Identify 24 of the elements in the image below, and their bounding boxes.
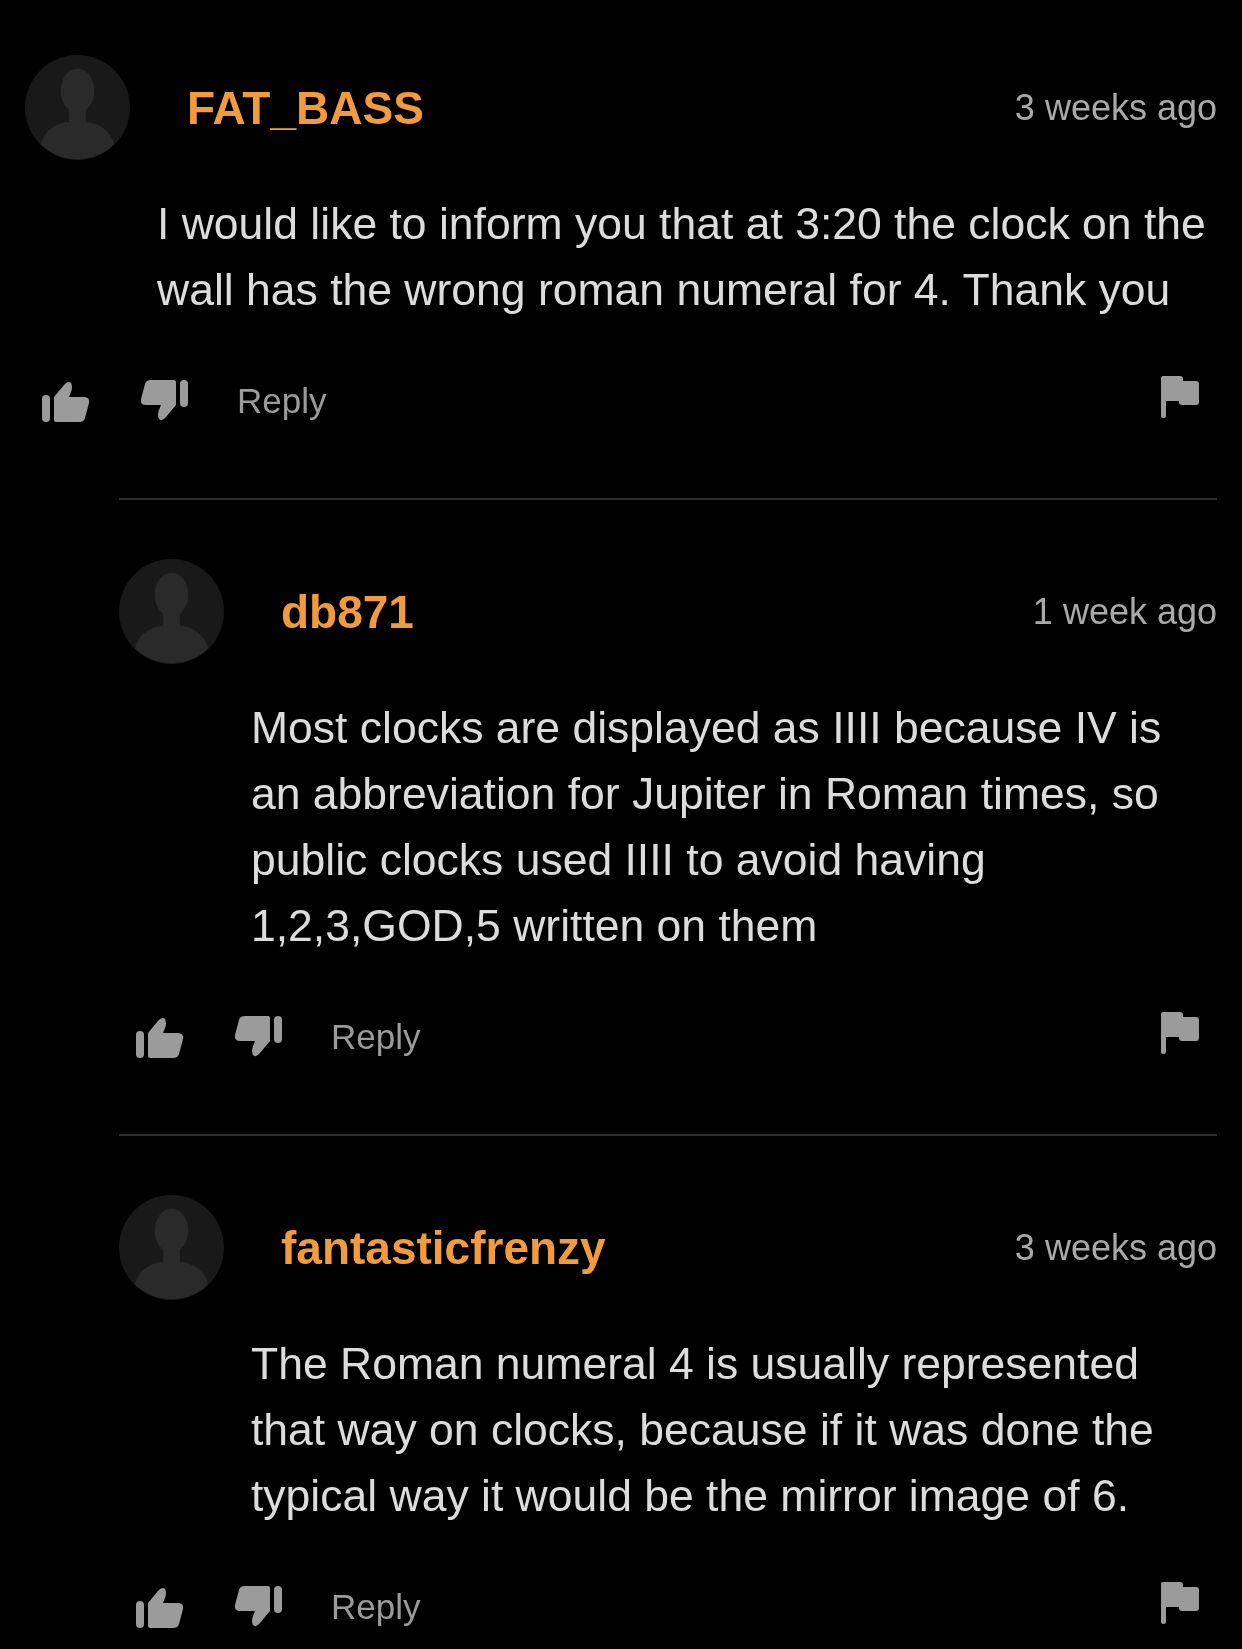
thumbs-down-icon[interactable] (234, 1586, 282, 1628)
flag-icon[interactable] (1161, 376, 1199, 418)
comment-text: The Roman numeral 4 is usually represented that way on clocks, because if it was done the typical way it would be the mirror image of 6. (251, 1338, 1155, 1522)
thumbs-up-icon[interactable] (136, 1586, 184, 1628)
thumbs-up-icon[interactable] (136, 1016, 184, 1058)
timestamp: 3 weeks ago (1014, 85, 1217, 130)
flag-icon[interactable] (1161, 1582, 1199, 1624)
comment-text: I would like to inform you that at 3:20 the clock on the wall has the wrong roman numeral for 4. Thank you (157, 198, 1207, 316)
avatar-icon (119, 1195, 224, 1300)
thumbs-down-icon[interactable] (234, 1016, 282, 1058)
avatar-icon (25, 55, 130, 160)
username[interactable]: FAT_BASS (187, 79, 424, 136)
reply-button[interactable]: Reply (237, 379, 327, 423)
username[interactable]: db871 (281, 583, 414, 640)
thumbs-up-icon[interactable] (42, 380, 90, 422)
reply-button[interactable]: Reply (331, 1585, 421, 1629)
username[interactable]: fantasticfrenzy (281, 1219, 606, 1276)
timestamp: 3 weeks ago (1014, 1225, 1217, 1270)
timestamp: 1 week ago (1032, 589, 1217, 634)
comment-text: Most clocks are displayed as IIII because IV is an abbreviation for Jupiter in Roman times, so public clocks used IIII to avoid having 1,2,3,GOD,5 written on them (251, 702, 1163, 952)
flag-icon[interactable] (1161, 1012, 1199, 1054)
avatar-icon (119, 559, 224, 664)
thumbs-down-icon[interactable] (140, 380, 188, 422)
reply-button[interactable]: Reply (331, 1015, 421, 1059)
